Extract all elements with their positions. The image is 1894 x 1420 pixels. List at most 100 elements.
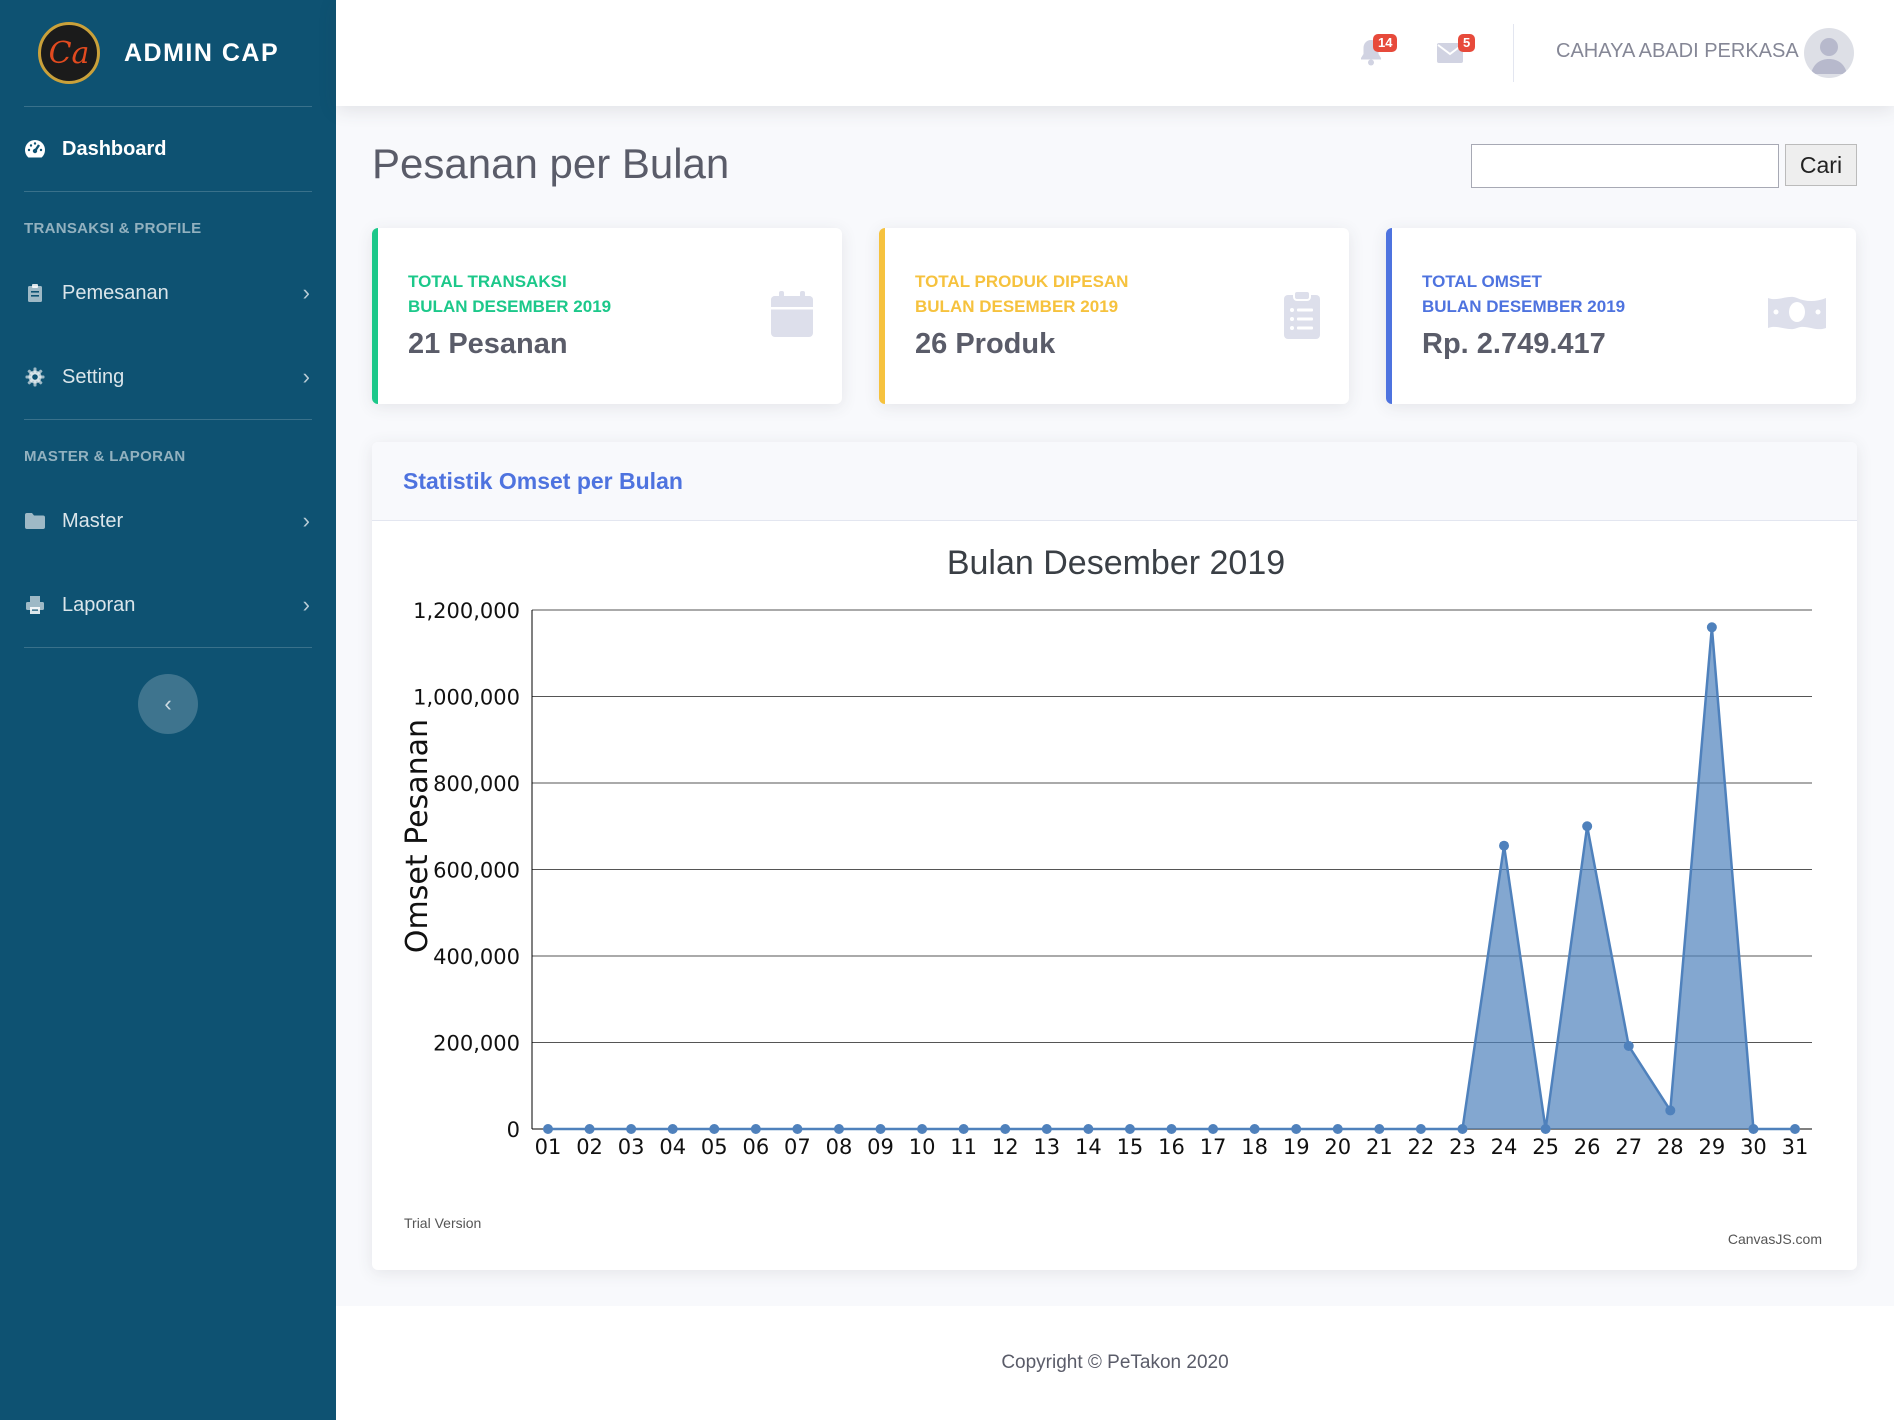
clipboard-icon: [24, 282, 46, 304]
sidebar-item-label: Laporan: [62, 593, 136, 616]
x-tick-label: 19: [1283, 1135, 1310, 1159]
x-tick-label: 14: [1075, 1135, 1102, 1159]
card-value: Rp. 2.749.417: [1422, 328, 1606, 360]
data-point[interactable]: [1457, 1124, 1468, 1134]
brand[interactable]: Ca ADMIN CAP: [0, 0, 336, 106]
x-tick-label: 17: [1200, 1135, 1227, 1159]
data-point[interactable]: [1623, 1040, 1634, 1051]
messages-button[interactable]: 5: [1436, 34, 1476, 66]
sidebar-item-label: Setting: [62, 365, 125, 388]
brand-name: ADMIN CAP: [124, 38, 280, 67]
data-point[interactable]: [543, 1124, 553, 1134]
data-point[interactable]: [1124, 1124, 1135, 1134]
data-point[interactable]: [833, 1124, 844, 1134]
sidebar-item-dashboard[interactable]: Dashboard: [0, 107, 336, 191]
sidebar-item-master[interactable]: Master ›: [0, 479, 336, 563]
gear-icon: [24, 366, 46, 388]
card-value: 21 Pesanan: [408, 328, 568, 360]
y-tick-label: 1,000,000: [413, 686, 520, 710]
alerts-button[interactable]: 14: [1359, 34, 1398, 66]
data-point[interactable]: [667, 1124, 678, 1134]
chevron-right-icon: ›: [302, 508, 310, 533]
x-tick-label: 06: [742, 1135, 769, 1159]
folder-icon: [24, 510, 46, 532]
sidebar-item-pemesanan[interactable]: Pemesanan ›: [0, 251, 336, 335]
chevron-right-icon: ›: [302, 592, 310, 617]
card-period: BULAN DESEMBER 2019: [915, 297, 1119, 316]
omset-chart: Bulan Desember 2019 Omset Pesanan 0 200,0…: [400, 544, 1822, 1247]
x-tick-label: 11: [950, 1135, 977, 1159]
data-point[interactable]: [584, 1124, 595, 1134]
copyright-text: Copyright © PeTakon 2020: [1001, 1352, 1229, 1373]
sidebar-item-laporan[interactable]: Laporan ›: [0, 563, 336, 647]
x-tick-label: 09: [867, 1135, 894, 1159]
sidebar-item-label: Pemesanan: [62, 281, 169, 304]
page-title: Pesanan per Bulan: [372, 140, 730, 187]
x-tick-label: 10: [909, 1135, 936, 1159]
clipboard-list-icon: [1283, 290, 1321, 345]
data-point[interactable]: [1166, 1124, 1177, 1134]
data-point[interactable]: [1706, 622, 1717, 633]
data-point[interactable]: [1415, 1124, 1426, 1134]
data-point[interactable]: [1208, 1124, 1219, 1134]
x-tick-label: 13: [1033, 1135, 1060, 1159]
avatar[interactable]: [1804, 28, 1854, 78]
data-point[interactable]: [1748, 1124, 1759, 1134]
search-button[interactable]: Cari: [1785, 144, 1857, 186]
x-tick-label: 28: [1657, 1135, 1684, 1159]
sidebar-heading: MASTER & LAPORAN: [24, 448, 186, 465]
data-point[interactable]: [1499, 840, 1510, 851]
x-tick-label: 21: [1366, 1135, 1393, 1159]
data-point[interactable]: [1665, 1105, 1676, 1116]
messages-count-badge: 5: [1458, 34, 1476, 52]
chevron-right-icon: ›: [302, 280, 310, 305]
data-point[interactable]: [1540, 1124, 1551, 1134]
data-point[interactable]: [958, 1124, 969, 1134]
data-point[interactable]: [1582, 821, 1593, 832]
data-point[interactable]: [709, 1124, 720, 1134]
x-tick-label: 08: [826, 1135, 853, 1159]
chart-panel: Statistik Omset per Bulan Bulan Desember…: [372, 442, 1857, 1270]
data-point[interactable]: [917, 1124, 928, 1134]
data-point[interactable]: [1000, 1124, 1011, 1134]
sidebar-item-label: Master: [62, 509, 124, 532]
canvasjs-credit-link[interactable]: CanvasJS.com: [1728, 1231, 1822, 1247]
x-tick-label: 31: [1782, 1135, 1809, 1159]
data-point[interactable]: [1332, 1124, 1343, 1134]
chart-panel-header: Statistik Omset per Bulan: [372, 442, 1857, 521]
x-tick-label: 01: [535, 1135, 562, 1159]
x-tick-label: 05: [701, 1135, 728, 1159]
data-point[interactable]: [626, 1124, 637, 1134]
alerts-count-badge: 14: [1373, 34, 1398, 52]
data-point[interactable]: [1249, 1124, 1260, 1134]
topbar: 14 5 CAHAYA ABADI PERKASA: [336, 0, 1894, 106]
data-point[interactable]: [750, 1124, 761, 1134]
data-point[interactable]: [875, 1124, 886, 1134]
card-label: TOTAL PRODUK DIPESAN: [915, 272, 1129, 291]
sidebar-toggle-button[interactable]: ‹: [138, 674, 198, 734]
user-name[interactable]: CAHAYA ABADI PERKASA: [1556, 40, 1799, 63]
data-point[interactable]: [1291, 1124, 1302, 1134]
topbar-divider: [1513, 24, 1514, 82]
sidebar: Ca ADMIN CAP Dashboard TRANSAKSI & PROFI…: [0, 0, 336, 1420]
chevron-right-icon: ›: [302, 364, 310, 389]
x-tick-label: 12: [992, 1135, 1019, 1159]
data-point[interactable]: [1790, 1124, 1800, 1134]
y-tick-label: 600,000: [433, 859, 520, 883]
x-tick-label: 04: [659, 1135, 686, 1159]
stat-card-total-produk: TOTAL PRODUK DIPESAN BULAN DESEMBER 2019…: [879, 228, 1349, 404]
sidebar-item-setting[interactable]: Setting ›: [0, 335, 336, 419]
chart-y-axis-label: Omset Pesanan: [400, 719, 435, 953]
x-tick-label: 27: [1615, 1135, 1642, 1159]
printer-icon: [24, 594, 46, 616]
x-tick-label: 03: [618, 1135, 645, 1159]
y-tick-label: 1,200,000: [413, 599, 520, 623]
data-point[interactable]: [1041, 1124, 1052, 1134]
y-tick-label: 400,000: [433, 945, 520, 969]
data-point[interactable]: [792, 1124, 803, 1134]
x-tick-label: 26: [1574, 1135, 1601, 1159]
data-point[interactable]: [1374, 1124, 1385, 1134]
data-point[interactable]: [1083, 1124, 1094, 1134]
x-tick-label: 07: [784, 1135, 811, 1159]
search-input[interactable]: [1471, 144, 1779, 188]
